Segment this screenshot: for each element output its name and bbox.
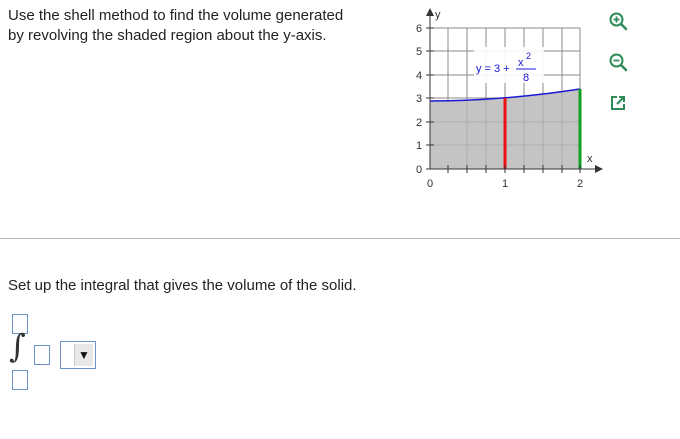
curve-equation: y = 3 + x 2 8 xyxy=(474,47,544,84)
y-tick-label-2: 2 xyxy=(416,117,422,129)
y-tick-label-1: 1 xyxy=(416,140,422,152)
y-tick-label-5: 5 xyxy=(416,46,422,58)
y-tick-label-4: 4 xyxy=(416,70,422,82)
y-axis-arrow xyxy=(426,8,434,16)
integral-prompt: Set up the integral that gives the volum… xyxy=(8,277,357,294)
x-axis-label: x xyxy=(587,153,593,165)
differential-dropdown[interactable]: ▼ xyxy=(60,341,96,369)
y-tick-label-3: 3 xyxy=(416,93,422,105)
zoom-in-button[interactable] xyxy=(606,9,630,33)
y-tick-label-6: 6 xyxy=(416,23,422,35)
popout-icon xyxy=(611,96,625,110)
region-graph: y x 0 1 2 3 4 5 6 0 1 2 y = 3 + x 2 8 xyxy=(416,8,603,190)
lower-limit-input[interactable] xyxy=(12,370,28,390)
integrand-input[interactable] xyxy=(34,345,50,365)
zoom-out-button[interactable] xyxy=(606,50,630,74)
zoom-out-icon xyxy=(609,53,628,72)
section-divider xyxy=(0,238,680,239)
y-axis-label: y xyxy=(435,9,441,21)
equation-prefix: y = 3 + xyxy=(476,63,510,75)
question-line-2: by revolving the shaded region about the… xyxy=(8,27,327,44)
x-tick-label-2: 2 xyxy=(577,178,583,190)
popout-button[interactable] xyxy=(606,91,630,115)
equation-denominator: 8 xyxy=(523,72,529,84)
y-tick-label-0: 0 xyxy=(416,164,422,176)
integral-sign: ∫ xyxy=(9,327,26,365)
x-tick-label-1: 1 xyxy=(502,178,508,190)
equation-numerator: x xyxy=(518,57,524,69)
question-line-1: Use the shell method to find the volume … xyxy=(8,7,344,24)
equation-exponent: 2 xyxy=(526,51,531,61)
question-text: Use the shell method to find the volume … xyxy=(8,6,388,46)
x-tick-label-0: 0 xyxy=(427,178,433,190)
zoom-in-icon xyxy=(609,12,628,31)
dropdown-arrow-icon: ▼ xyxy=(74,344,93,366)
x-axis-arrow xyxy=(595,165,603,173)
